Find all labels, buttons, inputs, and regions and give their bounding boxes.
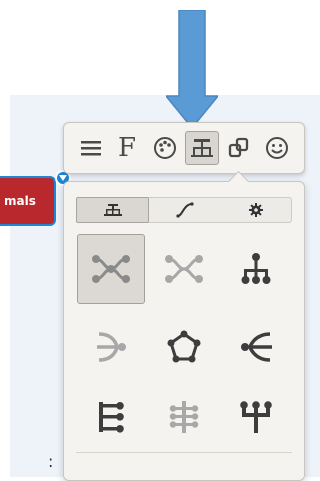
hamburger-icon: [81, 141, 101, 156]
toolbar: F: [63, 122, 305, 174]
layout-mind-map[interactable]: [77, 234, 145, 304]
layout-fishbone[interactable]: [150, 382, 218, 452]
chevron-down-icon: [59, 175, 67, 181]
org-chart-down-icon: [241, 253, 271, 284]
mindmap-icon: [92, 255, 130, 283]
mind-map-node[interactable]: mals: [0, 176, 56, 226]
left-fan-icon: [241, 332, 272, 362]
panel-separator: [76, 452, 292, 453]
layout-right-fan[interactable]: [77, 312, 145, 382]
pointer-arrow-icon: [166, 10, 218, 130]
layout-org-chart[interactable]: [222, 234, 290, 304]
tab-settings[interactable]: [220, 198, 291, 222]
menu-button[interactable]: [74, 131, 108, 165]
structure-button[interactable]: [185, 131, 219, 165]
mindmap-light-icon: [165, 255, 203, 283]
palette-button[interactable]: [148, 131, 182, 165]
stray-text: :: [48, 452, 54, 471]
palette-icon: [154, 137, 176, 159]
gear-icon: [248, 203, 263, 217]
trident-icon: [240, 401, 272, 433]
layout-tree-left[interactable]: [77, 382, 145, 452]
tab-layout[interactable]: [76, 197, 149, 223]
emoji-button[interactable]: [260, 131, 294, 165]
curve-icon: [175, 202, 194, 218]
node-label: mals: [4, 194, 36, 208]
font-button[interactable]: F: [110, 131, 144, 165]
layout-trident[interactable]: [222, 382, 290, 452]
fishbone-icon: [169, 401, 199, 433]
smiley-icon: [266, 137, 288, 159]
pentagon-icon: [167, 330, 201, 363]
layout-mind-map-light[interactable]: [150, 234, 218, 304]
panel-tabs: [76, 197, 292, 223]
font-icon: F: [117, 133, 137, 163]
tree-left-icon: [99, 402, 124, 433]
structure-panel: [63, 181, 305, 481]
org-chart-icon: [103, 204, 122, 216]
layout-cycle[interactable]: [150, 312, 218, 382]
attach-button[interactable]: [222, 131, 256, 165]
link-box-icon: [228, 137, 249, 158]
right-fan-icon: [97, 332, 126, 362]
layout-left-fan[interactable]: [222, 312, 290, 382]
tab-connector[interactable]: [149, 198, 220, 222]
org-chart-icon: [191, 139, 213, 157]
